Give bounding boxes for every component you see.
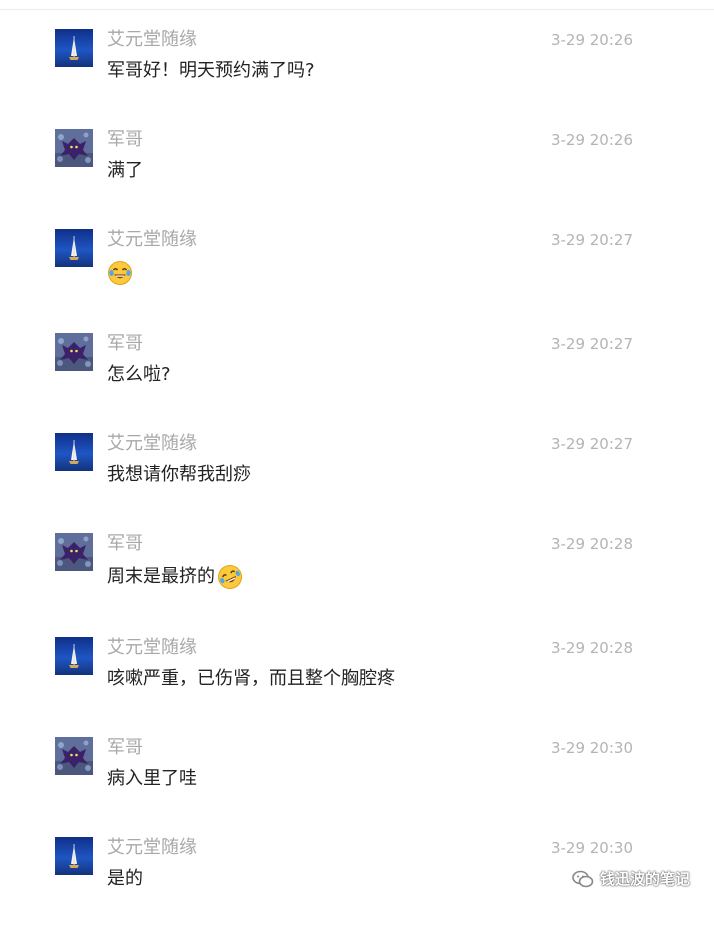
message-time: 3-29 20:30 (550, 839, 633, 857)
message-body: 病入里了哇 (107, 768, 197, 790)
chat-message: 军哥 3-29 20:27 怎么啦? (0, 333, 714, 433)
sender-name: 艾元堂随缘 (107, 433, 197, 454)
sender-name: 艾元堂随缘 (107, 637, 197, 658)
sailboat-avatar[interactable] (55, 837, 93, 875)
tears-of-joy-emoji (107, 260, 133, 286)
chat-message: 艾元堂随缘 3-29 20:27 我想请你帮我刮痧 (0, 433, 714, 533)
message-body (107, 260, 133, 286)
message-time: 3-29 20:28 (550, 535, 633, 553)
message-text: 满了 (107, 160, 143, 181)
sender-name: 军哥 (107, 129, 143, 150)
chat-message: 艾元堂随缘 3-29 20:26 军哥好！明天预约满了吗? (0, 29, 714, 129)
sender-name: 军哥 (107, 533, 143, 554)
watermark: 钱迅波的笔记 (572, 868, 690, 889)
message-text: 周末是最挤的 (107, 566, 215, 587)
chat-message: 艾元堂随缘 3-29 20:28 咳嗽严重，已伤肾，而且整个胸腔疼 (0, 637, 714, 737)
sender-name: 艾元堂随缘 (107, 229, 197, 250)
message-body: 怎么啦? (107, 364, 171, 386)
message-body: 是的 (107, 868, 143, 890)
top-divider (0, 9, 714, 10)
message-time: 3-29 20:26 (550, 31, 633, 49)
message-body: 满了 (107, 160, 143, 182)
message-body: 我想请你帮我刮痧 (107, 464, 251, 486)
wechat-icon (572, 870, 594, 887)
chat-message: 艾元堂随缘 3-29 20:27 (0, 229, 714, 329)
message-text: 咳嗽严重，已伤肾，而且整个胸腔疼 (107, 668, 395, 689)
rolling-laughing-emoji (217, 564, 243, 590)
dragon-avatar[interactable] (55, 533, 93, 571)
sender-name: 军哥 (107, 737, 143, 758)
dragon-avatar[interactable] (55, 737, 93, 775)
message-text: 我想请你帮我刮痧 (107, 464, 251, 485)
message-time: 3-29 20:27 (550, 435, 633, 453)
message-time: 3-29 20:26 (550, 131, 633, 149)
message-text: 怎么啦? (107, 364, 171, 385)
chat-message: 军哥 3-29 20:28 周末是最挤的 (0, 533, 714, 633)
sender-name: 艾元堂随缘 (107, 29, 197, 50)
sender-name: 艾元堂随缘 (107, 837, 197, 858)
chat-message: 军哥 3-29 20:26 满了 (0, 129, 714, 229)
message-text: 军哥好！明天预约满了吗? (107, 60, 315, 81)
message-body: 周末是最挤的 (107, 564, 243, 590)
dragon-avatar[interactable] (55, 333, 93, 371)
sailboat-avatar[interactable] (55, 637, 93, 675)
dragon-avatar[interactable] (55, 129, 93, 167)
message-body: 军哥好！明天预约满了吗? (107, 60, 315, 82)
sailboat-avatar[interactable] (55, 29, 93, 67)
message-time: 3-29 20:30 (550, 739, 633, 757)
message-text: 病入里了哇 (107, 768, 197, 789)
message-time: 3-29 20:27 (550, 231, 633, 249)
sailboat-avatar[interactable] (55, 229, 93, 267)
sender-name: 军哥 (107, 333, 143, 354)
message-body: 咳嗽严重，已伤肾，而且整个胸腔疼 (107, 668, 395, 690)
sailboat-avatar[interactable] (55, 433, 93, 471)
watermark-text: 钱迅波的笔记 (599, 870, 690, 888)
message-text: 是的 (107, 868, 143, 889)
message-time: 3-29 20:27 (550, 335, 633, 353)
chat-message: 军哥 3-29 20:30 病入里了哇 (0, 737, 714, 837)
message-time: 3-29 20:28 (550, 639, 633, 657)
